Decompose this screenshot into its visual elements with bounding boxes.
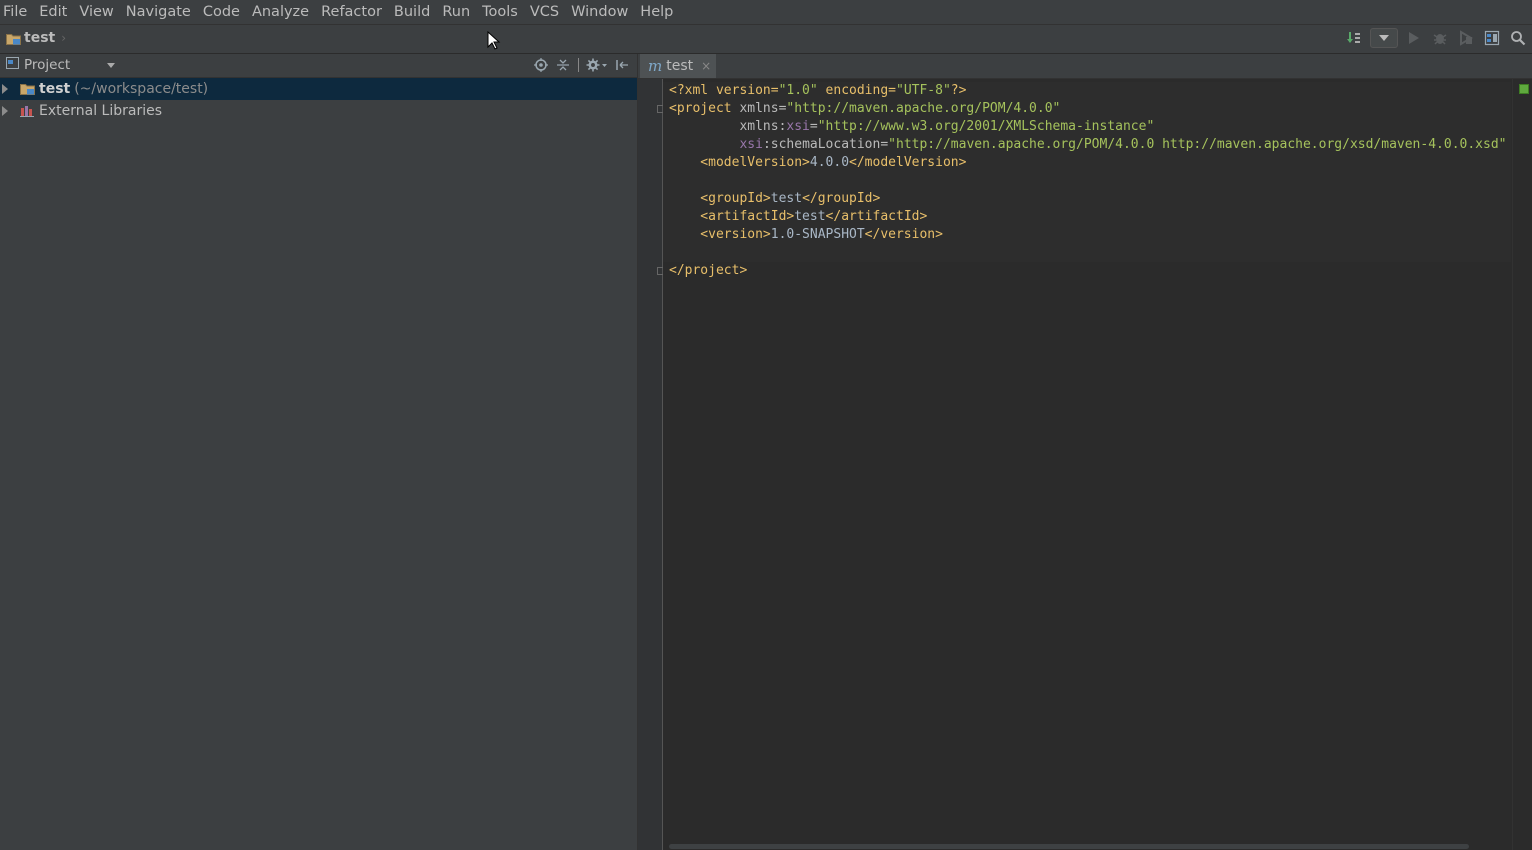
menu-analyze[interactable]: Analyze: [248, 0, 313, 24]
menu-vcs[interactable]: VCS: [526, 0, 563, 24]
code-line: <groupId>test</groupId>: [669, 191, 881, 206]
menu-build[interactable]: Build: [390, 0, 434, 24]
editor-gutter[interactable]: [638, 79, 665, 850]
menu-tools[interactable]: Tools: [478, 0, 522, 24]
code-line: <?xml version="1.0" encoding="UTF-8"?>: [669, 83, 967, 98]
breadcrumb-project[interactable]: test: [24, 30, 55, 46]
code-line: xmlns:xsi="http://www.w3.org/2001/XMLSch…: [669, 119, 1155, 134]
expand-arrow-icon[interactable]: [2, 84, 8, 94]
main-toolbar: [1344, 28, 1528, 48]
menu-bar: File Edit View Navigate Code Analyze Ref…: [0, 0, 1532, 25]
menu-code[interactable]: Code: [199, 0, 244, 24]
horizontal-scrollbar[interactable]: [663, 842, 1511, 850]
editor-tab-bar: m test ×: [638, 54, 1532, 79]
scrollbar-thumb[interactable]: [669, 844, 1469, 849]
menu-run[interactable]: Run: [438, 0, 474, 24]
code-editor[interactable]: <?xml version="1.0" encoding="UTF-8"?> <…: [663, 79, 1511, 842]
breadcrumb[interactable]: test ›: [6, 30, 66, 46]
module-folder-icon: [20, 83, 35, 95]
error-stripe[interactable]: [1512, 79, 1532, 850]
code-line: </project>: [669, 263, 748, 278]
maven-file-icon: m: [648, 57, 663, 75]
module-folder-icon: [6, 33, 21, 45]
navigation-bar: test ›: [0, 25, 1532, 54]
menu-window[interactable]: Window: [567, 0, 632, 24]
toolbar-separator: [578, 58, 579, 72]
chevron-down-icon[interactable]: [107, 63, 115, 68]
hide-panel-icon[interactable]: [613, 56, 631, 74]
menu-edit[interactable]: Edit: [35, 0, 71, 24]
tree-item-path: (~/workspace/test): [74, 81, 209, 97]
project-view-selector[interactable]: Project: [6, 57, 70, 73]
code-line: <artifactId>test</artifactId>: [669, 209, 928, 224]
tab-pom-test[interactable]: m test ×: [640, 54, 716, 78]
menu-navigate[interactable]: Navigate: [122, 0, 195, 24]
collapse-all-icon[interactable]: [554, 56, 572, 74]
scroll-from-source-icon[interactable]: [532, 56, 550, 74]
close-icon[interactable]: ×: [701, 59, 711, 73]
project-view-icon: [6, 57, 19, 73]
project-structure-icon[interactable]: [1482, 28, 1502, 48]
menu-view[interactable]: View: [75, 0, 117, 24]
tab-label: test: [666, 58, 694, 74]
expand-arrow-icon[interactable]: [2, 106, 8, 116]
breadcrumb-separator: ›: [61, 31, 67, 45]
code-line: <modelVersion>4.0.0</modelVersion>: [669, 155, 967, 170]
libraries-icon: [20, 105, 35, 117]
analysis-ok-icon[interactable]: [1519, 84, 1529, 94]
project-tree: test (~/workspace/test) External Librari…: [0, 78, 637, 122]
project-panel-header: Project: [0, 54, 637, 78]
code-line: xsi:schemaLocation="http://maven.apache.…: [739, 137, 1507, 152]
run-icon[interactable]: [1404, 28, 1424, 48]
project-panel-tools: [532, 56, 631, 74]
tree-item-external-libraries[interactable]: External Libraries: [0, 100, 637, 122]
project-panel-title: Project: [24, 57, 71, 73]
menu-file[interactable]: File: [0, 0, 31, 24]
tree-item-label: test: [39, 81, 71, 97]
gear-icon[interactable]: [585, 56, 609, 74]
make-project-icon[interactable]: [1344, 28, 1364, 48]
mouse-cursor-icon: [487, 30, 501, 55]
run-config-dropdown-icon[interactable]: [1370, 28, 1398, 48]
code-line: <version>1.0-SNAPSHOT</version>: [669, 227, 943, 242]
project-tool-window: Project test (~/workspace/test) External…: [0, 54, 638, 850]
search-everywhere-icon[interactable]: [1508, 28, 1528, 48]
code-line: <project xmlns="http://maven.apache.org/…: [669, 101, 1061, 116]
menu-help[interactable]: Help: [636, 0, 677, 24]
coverage-icon[interactable]: [1456, 28, 1476, 48]
tree-item-project-root[interactable]: test (~/workspace/test): [0, 78, 637, 100]
debug-icon[interactable]: [1430, 28, 1450, 48]
menu-refactor[interactable]: Refactor: [317, 0, 386, 24]
tree-item-label: External Libraries: [39, 103, 162, 119]
